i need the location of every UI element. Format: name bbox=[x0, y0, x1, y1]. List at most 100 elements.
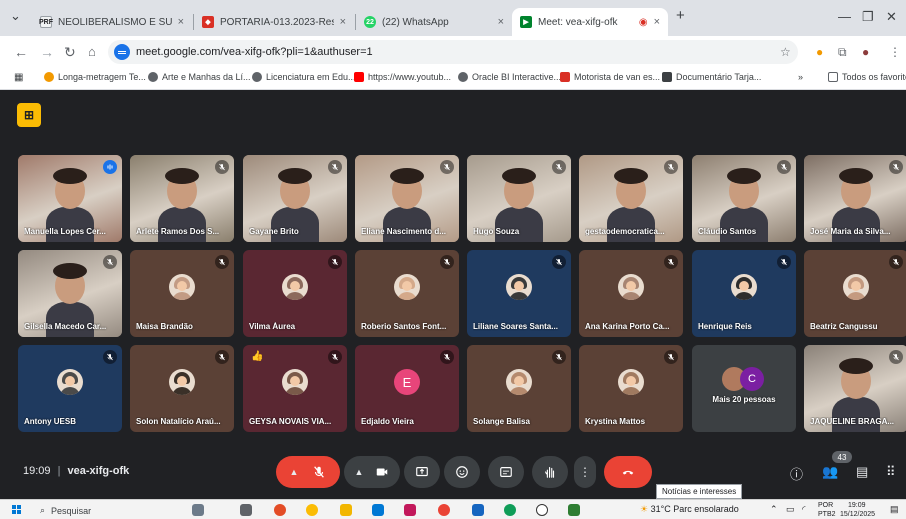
chevron-up-icon[interactable]: ▲ bbox=[355, 467, 364, 477]
tab-portaria[interactable]: ◆ PORTARIA-013.2023-Resultado × bbox=[194, 8, 354, 36]
participant-tile[interactable]: José Maria da Silva... bbox=[804, 155, 906, 242]
bookmark-item[interactable]: https://www.youtub... bbox=[354, 72, 451, 82]
all-bookmarks-folder[interactable]: Todos os favoritos bbox=[828, 72, 906, 82]
participant-tile[interactable]: Beatriz Cangussu bbox=[804, 250, 906, 337]
participant-tile[interactable]: Roberio Santos Font... bbox=[355, 250, 459, 337]
participant-tile[interactable]: Henrique Reis bbox=[692, 250, 796, 337]
mic-muted-icon bbox=[552, 160, 566, 174]
taskbar-time[interactable]: 19:09 bbox=[848, 502, 866, 509]
captions-button[interactable] bbox=[488, 456, 524, 488]
meet-activity-icon[interactable]: ⊞ bbox=[17, 103, 41, 127]
chevron-up-icon[interactable]: ▲ bbox=[290, 467, 299, 477]
app-icon[interactable] bbox=[438, 504, 450, 516]
participant-tile[interactable]: Arlete Ramos Dos S... bbox=[130, 155, 234, 242]
close-tab-icon[interactable]: × bbox=[178, 16, 184, 28]
close-tab-icon[interactable]: × bbox=[340, 16, 346, 28]
leave-call-button[interactable] bbox=[604, 456, 652, 488]
raise-hand-button[interactable] bbox=[532, 456, 568, 488]
participant-tile[interactable]: Maisa Brandão bbox=[130, 250, 234, 337]
wifi-icon[interactable]: ◜ bbox=[802, 504, 806, 515]
people-icon[interactable]: 👥 bbox=[822, 464, 838, 480]
bookmark-item[interactable]: Longa-metragem Te... bbox=[44, 72, 146, 82]
taskbar-date[interactable]: 15/12/2025 bbox=[840, 511, 875, 518]
dell-icon[interactable] bbox=[536, 504, 548, 516]
extensions-puzzle-icon[interactable]: ⧉ bbox=[838, 45, 847, 60]
notifications-icon[interactable]: ▤ bbox=[890, 504, 899, 515]
bookmark-item[interactable]: Licenciatura em Edu... bbox=[252, 72, 356, 82]
bookmarks-overflow-icon[interactable]: » bbox=[798, 72, 803, 82]
participant-tile[interactable]: Solange Balisa bbox=[467, 345, 571, 432]
tab-search-icon[interactable]: ⌄ bbox=[10, 8, 21, 24]
app-icon[interactable] bbox=[274, 504, 286, 516]
mic-toggle-button[interactable]: ▲ bbox=[276, 456, 340, 488]
weather-widget[interactable]: ☀ 31°C Parc ensolarado bbox=[640, 504, 739, 515]
back-icon[interactable]: ← bbox=[14, 44, 28, 60]
store-icon[interactable] bbox=[372, 504, 384, 516]
participant-name: Beatriz Cangussu bbox=[810, 322, 878, 331]
participant-tile[interactable]: C Mais 20 pessoas bbox=[692, 345, 796, 432]
site-info-icon[interactable] bbox=[114, 44, 130, 60]
avatar bbox=[169, 274, 195, 300]
camera-toggle-button[interactable]: ▲ bbox=[344, 456, 400, 488]
reactions-button[interactable] bbox=[444, 456, 480, 488]
chrome-icon[interactable] bbox=[306, 504, 318, 516]
bookmark-item[interactable]: Documentário Tarja... bbox=[662, 72, 761, 82]
participant-tile[interactable]: Antony UESB bbox=[18, 345, 122, 432]
new-tab-button[interactable]: + bbox=[676, 7, 685, 24]
tab-meet[interactable]: ▶ Meet: vea-xifg-ofk ◉ × bbox=[512, 8, 668, 36]
taskbar-search[interactable]: ⌕ Pesquisar bbox=[40, 503, 180, 518]
participant-tile[interactable]: JAQUELINE BRAGA... bbox=[804, 345, 906, 432]
close-tab-icon[interactable]: × bbox=[654, 16, 660, 28]
edge-icon[interactable] bbox=[504, 504, 516, 516]
widgets-icon[interactable] bbox=[240, 504, 252, 516]
language-indicator[interactable]: POR bbox=[818, 502, 833, 509]
tab-neoliberalismo[interactable]: PRF NEOLIBERALISMO E SUBJETIVID × bbox=[32, 8, 192, 36]
tab-whatsapp[interactable]: 22 (22) WhatsApp × bbox=[356, 8, 512, 36]
app-icon[interactable] bbox=[472, 504, 484, 516]
forward-icon[interactable]: → bbox=[40, 44, 54, 60]
participant-tile[interactable]: Vilma Áurea bbox=[243, 250, 347, 337]
avatar bbox=[506, 274, 532, 300]
participant-tile[interactable]: Liliane Soares Santa... bbox=[467, 250, 571, 337]
participant-tile[interactable]: Gilsella Macedo Car... bbox=[18, 250, 122, 337]
tray-overflow-icon[interactable]: ⌃ bbox=[770, 504, 778, 515]
keyboard-layout[interactable]: PTB2 bbox=[818, 511, 836, 518]
participant-tile[interactable]: Krystina Mattos bbox=[579, 345, 683, 432]
participant-tile[interactable]: Ana Karina Porto Ca... bbox=[579, 250, 683, 337]
extension-icon[interactable]: ● bbox=[816, 45, 823, 59]
activities-icon[interactable]: ⠿ bbox=[886, 464, 896, 480]
task-view-icon[interactable] bbox=[192, 504, 204, 516]
windows-start-icon[interactable] bbox=[12, 505, 22, 515]
participant-tile[interactable]: Hugo Souza bbox=[467, 155, 571, 242]
participant-tile[interactable]: Solon Natalício Araú... bbox=[130, 345, 234, 432]
close-tab-icon[interactable]: × bbox=[498, 16, 504, 28]
close-window-icon[interactable]: ✕ bbox=[886, 9, 897, 25]
participant-tile[interactable]: Eliane Nascimento d... bbox=[355, 155, 459, 242]
bookmark-item[interactable]: Oracle BI Interactive... bbox=[458, 72, 561, 82]
meeting-details-icon[interactable]: ⓘ bbox=[790, 464, 803, 483]
restore-icon[interactable]: ❐ bbox=[862, 9, 874, 25]
participant-tile[interactable]: Cláudio Santos bbox=[692, 155, 796, 242]
app-icon[interactable] bbox=[404, 504, 416, 516]
participant-tile[interactable]: Gayane Brito bbox=[243, 155, 347, 242]
participant-tile[interactable]: E Edjaldo Vieira bbox=[355, 345, 459, 432]
address-bar[interactable]: meet.google.com/vea-xifg-ofk?pli=1&authu… bbox=[108, 40, 798, 64]
app-icon[interactable] bbox=[568, 504, 580, 516]
participant-tile[interactable]: 👍 GEYSA NOVAIS VIA... bbox=[243, 345, 347, 432]
bookmark-star-icon[interactable]: ☆ bbox=[780, 45, 791, 59]
chat-icon[interactable]: ▤ bbox=[856, 464, 868, 480]
menu-kebab-icon[interactable]: ⋮ bbox=[889, 45, 901, 59]
minimize-icon[interactable]: — bbox=[838, 9, 851, 24]
participant-tile[interactable]: Manuella Lopes Cer... bbox=[18, 155, 122, 242]
profile-avatar-icon[interactable]: ● bbox=[862, 45, 869, 59]
present-screen-button[interactable] bbox=[404, 456, 440, 488]
file-explorer-icon[interactable] bbox=[340, 504, 352, 516]
apps-grid-icon[interactable]: ▦ bbox=[14, 72, 23, 83]
network-icon[interactable]: ▭ bbox=[786, 504, 795, 515]
bookmark-item[interactable]: Arte e Manhas da Lí... bbox=[148, 72, 251, 82]
home-icon[interactable]: ⌂ bbox=[88, 44, 96, 59]
participant-tile[interactable]: gestaodemocratica... bbox=[579, 155, 683, 242]
bookmark-item[interactable]: Motorista de van es... bbox=[560, 72, 660, 82]
more-options-button[interactable]: ⋮ bbox=[574, 456, 596, 488]
reload-icon[interactable]: ↻ bbox=[64, 44, 76, 61]
